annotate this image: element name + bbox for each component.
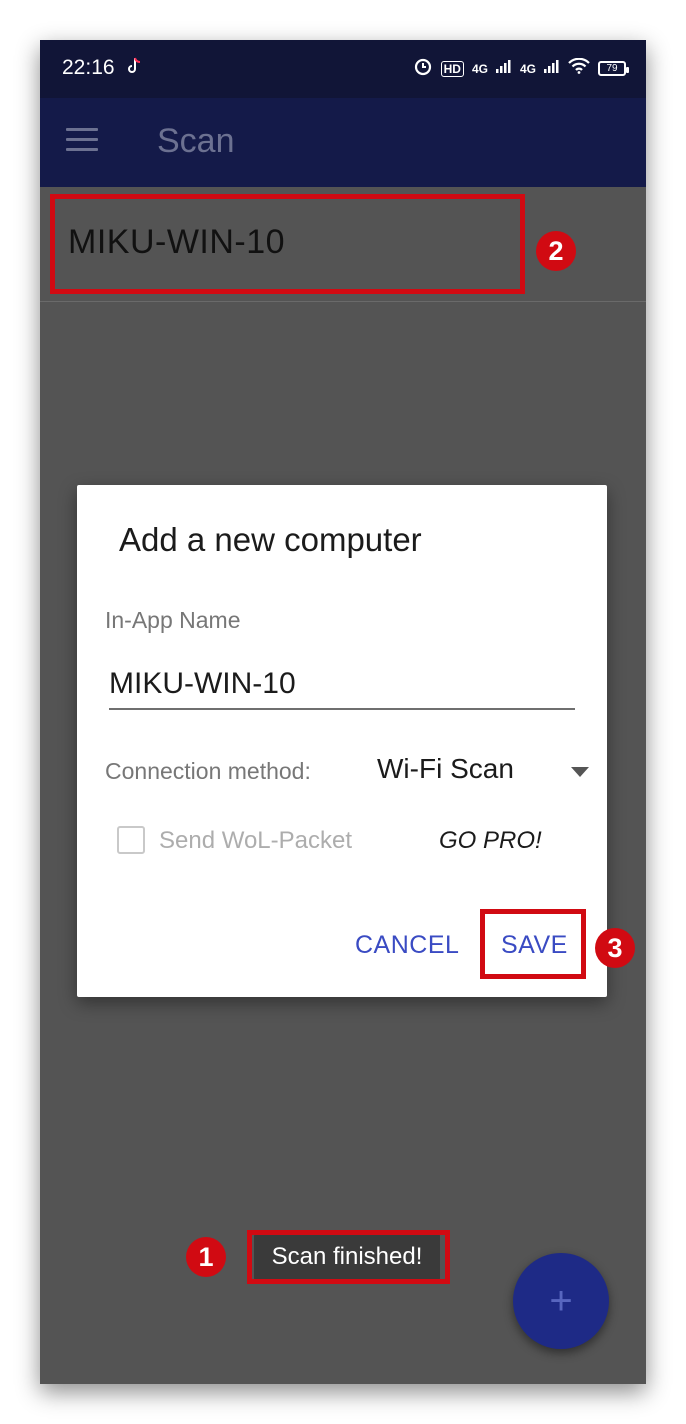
cancel-button[interactable]: CANCEL xyxy=(355,931,459,960)
dropdown-arrow-icon xyxy=(571,767,589,777)
annotation-box-3 xyxy=(480,909,586,979)
network-4g-1: 4G xyxy=(471,61,488,76)
annotation-marker-2: 2 xyxy=(536,231,576,271)
tiktok-notification-icon xyxy=(126,57,142,80)
send-wol-checkbox[interactable] xyxy=(117,826,145,854)
send-wol-label: Send WoL-Packet xyxy=(159,827,352,854)
battery-icon: 79 xyxy=(598,61,629,76)
connection-method-dropdown[interactable]: Wi-Fi Scan xyxy=(377,753,589,793)
alarm-icon xyxy=(413,56,433,81)
hamburger-menu-icon[interactable] xyxy=(66,128,98,156)
annotation-box-2 xyxy=(50,194,525,294)
connection-method-value: Wi-Fi Scan xyxy=(377,753,514,784)
app-bar: Scan xyxy=(40,98,646,187)
app-title: Scan xyxy=(157,122,235,160)
status-bar: 22:16 HD 4G 4G 79 xyxy=(40,40,646,98)
wifi-icon xyxy=(568,57,590,79)
plus-icon: + xyxy=(549,1278,573,1323)
signal-icon-2 xyxy=(544,59,560,78)
connection-method-label: Connection method: xyxy=(105,758,311,784)
annotation-marker-1: 1 xyxy=(186,1237,226,1277)
add-fab-button[interactable]: + xyxy=(513,1253,609,1349)
hd-badge: HD xyxy=(440,60,464,77)
annotation-box-1 xyxy=(247,1230,450,1284)
in-app-name-label: In-App Name xyxy=(105,607,241,633)
go-pro-link[interactable]: GO PRO! xyxy=(439,827,542,855)
status-time: 22:16 xyxy=(62,56,115,79)
phone-screen: 22:16 HD 4G 4G 79 Scan MIKU-WIN-10 2 Add… xyxy=(40,40,646,1384)
dialog-title: Add a new computer xyxy=(119,521,422,558)
annotation-marker-3: 3 xyxy=(595,928,635,968)
signal-icon-1 xyxy=(495,59,512,78)
status-icons: HD 4G 4G 79 xyxy=(413,56,629,81)
network-4g-2: 4G xyxy=(519,61,536,76)
in-app-name-input[interactable] xyxy=(109,660,575,710)
